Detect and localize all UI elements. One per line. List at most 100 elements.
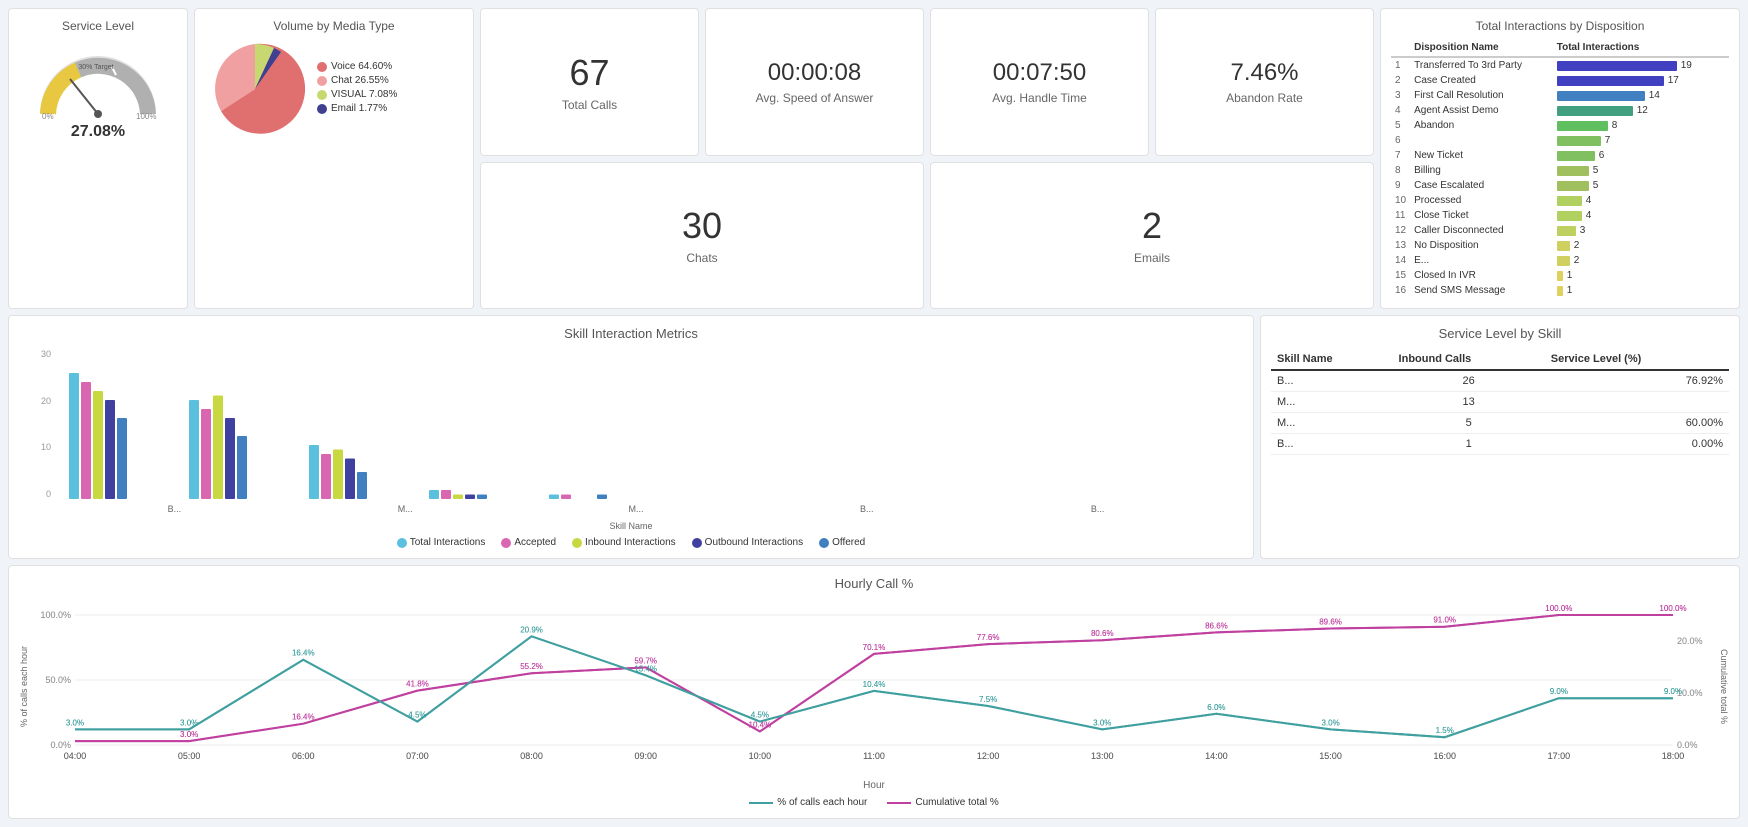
chats-card: 30 Chats bbox=[480, 162, 924, 310]
y-30: 30 bbox=[19, 349, 51, 359]
legend-label: Total Interactions bbox=[410, 537, 486, 548]
svg-text:86.6%: 86.6% bbox=[1205, 621, 1228, 630]
hourly-x-label: Hour bbox=[19, 780, 1729, 791]
svg-text:7.5%: 7.5% bbox=[979, 695, 997, 704]
chat-dot bbox=[317, 76, 327, 86]
disp-rank: 10 bbox=[1391, 193, 1410, 208]
disp-bar bbox=[1557, 166, 1589, 176]
disp-count: 4 bbox=[1586, 210, 1592, 221]
inbound-calls-cell: 13 bbox=[1393, 392, 1545, 413]
disp-name: Case Created bbox=[1410, 73, 1553, 88]
legend-dot bbox=[692, 538, 702, 548]
svg-text:13:00: 13:00 bbox=[1091, 751, 1114, 761]
disp-count: 3 bbox=[1580, 225, 1586, 236]
pie-chart bbox=[205, 39, 305, 139]
svg-text:11:00: 11:00 bbox=[863, 751, 885, 761]
hourly-card: Hourly Call % % of calls each hour 0.0%5… bbox=[8, 565, 1740, 819]
stats-top-row: 67 Total Calls 00:00:08 Avg. Speed of An… bbox=[480, 8, 1374, 156]
svg-text:100.0%: 100.0% bbox=[40, 610, 71, 620]
svg-text:3.0%: 3.0% bbox=[1321, 718, 1339, 727]
bar-legend-item: Total Interactions bbox=[397, 537, 486, 548]
series1-label: % of calls each hour bbox=[777, 797, 867, 808]
disp-count: 5 bbox=[1593, 165, 1599, 176]
svg-text:16:00: 16:00 bbox=[1433, 751, 1456, 761]
bar-chart-container: 30 20 10 0 B...M...M...B...B... bbox=[19, 349, 1243, 519]
disp-name: First Call Resolution bbox=[1410, 88, 1553, 103]
disp-rank: 8 bbox=[1391, 163, 1410, 178]
disp-bar-cell: 19 bbox=[1553, 57, 1729, 73]
hourly-legend: % of calls each hour Cumulative total % bbox=[19, 797, 1729, 808]
disp-name: No Disposition bbox=[1410, 238, 1553, 253]
skill-metrics-title: Skill Interaction Metrics bbox=[19, 326, 1243, 341]
gauge-svg: 0% 100% 30% Target bbox=[28, 39, 168, 119]
emails-card: 2 Emails bbox=[930, 162, 1374, 310]
bar-chart-svg bbox=[59, 349, 1213, 499]
disp-bar-cell: 14 bbox=[1553, 88, 1729, 103]
disp-count: 14 bbox=[1649, 90, 1660, 101]
avg-speed-value: 00:00:08 bbox=[768, 59, 861, 87]
disp-name: Processed bbox=[1410, 193, 1553, 208]
legend-dot bbox=[501, 538, 511, 548]
pie-content: Voice 64.60% Chat 26.55% VISUAL 7.08% Em… bbox=[205, 39, 463, 139]
svg-text:12:00: 12:00 bbox=[977, 751, 1000, 761]
rank-col-header bbox=[1391, 39, 1410, 57]
disp-name-col-header: Disposition Name bbox=[1410, 39, 1553, 57]
disp-count: 8 bbox=[1612, 120, 1618, 131]
svg-text:04:00: 04:00 bbox=[64, 751, 87, 761]
svg-text:89.6%: 89.6% bbox=[1319, 618, 1342, 627]
stats-bottom-row: 30 Chats 2 Emails bbox=[480, 162, 1374, 310]
disposition-card: Total Interactions by Disposition Dispos… bbox=[1380, 8, 1740, 309]
skill-name-cell: M... bbox=[1271, 413, 1393, 434]
skill-name-cell: B... bbox=[1271, 434, 1393, 455]
skill-x-axis-label: Skill Name bbox=[19, 521, 1243, 531]
disposition-title: Total Interactions by Disposition bbox=[1391, 19, 1729, 33]
svg-text:20.0%: 20.0% bbox=[1677, 636, 1703, 646]
abandon-card: 7.46% Abandon Rate bbox=[1155, 8, 1374, 156]
svg-text:91.0%: 91.0% bbox=[1433, 616, 1456, 625]
bar-x-label: B... bbox=[982, 504, 1213, 514]
svg-text:100.0%: 100.0% bbox=[1545, 604, 1572, 613]
svg-text:3.0%: 3.0% bbox=[180, 718, 198, 727]
svg-text:08:00: 08:00 bbox=[520, 751, 543, 761]
gauge-value: 27.08% bbox=[71, 123, 125, 141]
disp-bar bbox=[1557, 256, 1570, 266]
bar-x-label: B... bbox=[59, 504, 290, 514]
svg-text:18:00: 18:00 bbox=[1662, 751, 1685, 761]
disp-name: Abandon bbox=[1410, 118, 1553, 133]
svg-text:09:00: 09:00 bbox=[634, 751, 657, 761]
svg-text:50.0%: 50.0% bbox=[45, 675, 71, 685]
disp-bar-cell: 1 bbox=[1553, 268, 1729, 283]
disp-bar bbox=[1557, 61, 1677, 71]
avg-speed-label: Avg. Speed of Answer bbox=[756, 91, 874, 105]
legend-label: Inbound Interactions bbox=[585, 537, 676, 548]
chat-label: Chat 26.55% bbox=[331, 75, 389, 86]
disp-rank: 5 bbox=[1391, 118, 1410, 133]
svg-text:9.0%: 9.0% bbox=[1664, 687, 1682, 696]
disp-rank: 12 bbox=[1391, 223, 1410, 238]
y-10: 10 bbox=[19, 442, 51, 452]
disp-bar-cell: 5 bbox=[1553, 178, 1729, 193]
bar-x-labels: B...M...M...B...B... bbox=[59, 504, 1213, 514]
disp-bar-cell: 3 bbox=[1553, 223, 1729, 238]
avg-handle-card: 00:07:50 Avg. Handle Time bbox=[930, 8, 1149, 156]
disp-rank: 13 bbox=[1391, 238, 1410, 253]
service-level-cell: 76.92% bbox=[1545, 370, 1729, 392]
top-row: Service Level 0% 100% bbox=[8, 8, 1740, 309]
emails-value: 2 bbox=[1142, 205, 1162, 247]
disp-bar-cell: 7 bbox=[1553, 133, 1729, 148]
hourly-chart-area: 0.0%50.0%100.0%0.0%10.0%20.0%04:0005:000… bbox=[35, 595, 1713, 778]
legend-label: Outbound Interactions bbox=[705, 537, 803, 548]
disp-count-col-header: Total Interactions bbox=[1553, 39, 1729, 57]
volume-title: Volume by Media Type bbox=[205, 19, 463, 33]
chats-label: Chats bbox=[686, 251, 717, 265]
svg-text:10.4%: 10.4% bbox=[749, 720, 772, 729]
disp-rank: 3 bbox=[1391, 88, 1410, 103]
svg-text:100.0%: 100.0% bbox=[1659, 604, 1686, 613]
bar-x-label: M... bbox=[290, 504, 521, 514]
email-label: Email 1.77% bbox=[331, 103, 387, 114]
disp-bar-cell: 1 bbox=[1553, 283, 1729, 298]
disp-count: 19 bbox=[1681, 60, 1692, 71]
skill-name-cell: B... bbox=[1271, 370, 1393, 392]
disp-count: 2 bbox=[1574, 255, 1580, 266]
service-level-title: Service Level bbox=[19, 19, 177, 33]
